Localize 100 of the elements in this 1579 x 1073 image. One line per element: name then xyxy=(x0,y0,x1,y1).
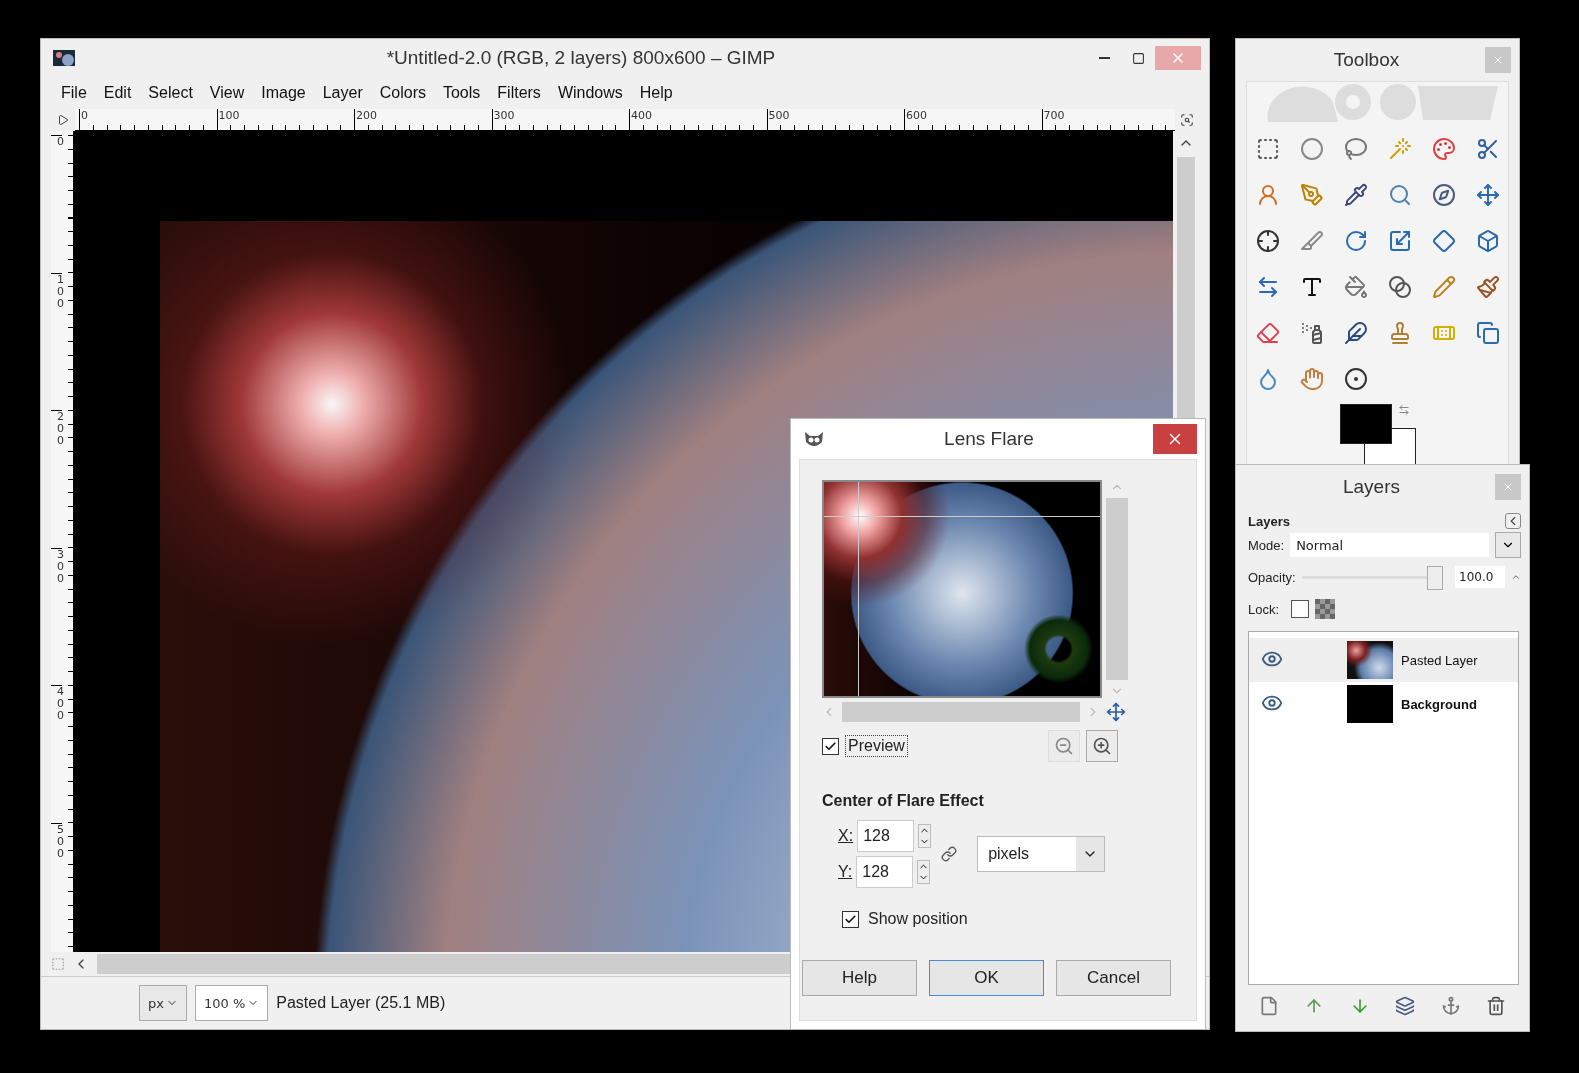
field-label: Opacity: xyxy=(1248,569,1296,585)
blend-icon[interactable] xyxy=(1387,275,1412,299)
layer-thumbnail xyxy=(1347,685,1393,723)
close-icon xyxy=(1502,481,1514,493)
slider-thumb[interactable] xyxy=(1427,565,1443,590)
menu-item[interactable]: View xyxy=(209,84,245,102)
scissors-icon[interactable] xyxy=(1475,137,1500,161)
spray-can-icon[interactable] xyxy=(1299,321,1324,345)
close-button[interactable] xyxy=(1153,424,1197,454)
feather-icon[interactable] xyxy=(1343,321,1368,345)
layer-name: Pasted Layer xyxy=(1401,652,1478,668)
maximize-icon xyxy=(1131,51,1145,65)
checker-icon[interactable] xyxy=(1315,599,1336,619)
dialog-button[interactable]: Cancel xyxy=(1056,960,1171,996)
check-icon xyxy=(844,912,857,926)
layer-name: Background xyxy=(1401,696,1477,712)
window-title: *Untitled-2.0 (RGB, 2 layers) 800x600 – GIMP xyxy=(385,47,777,69)
paintbrush-icon[interactable] xyxy=(1475,275,1500,299)
ruler-label: 400 xyxy=(629,109,767,130)
checkbox-label[interactable]: Preview xyxy=(845,735,908,757)
window-title: Layers xyxy=(1342,476,1401,498)
check-icon xyxy=(824,739,837,753)
menu-item[interactable]: Tools xyxy=(442,84,481,102)
zoom-out-icon xyxy=(1054,736,1074,756)
ruler-label: 500 xyxy=(766,109,904,130)
collapse-icon[interactable] xyxy=(1505,513,1521,529)
ruler-label: 0 xyxy=(51,135,62,273)
ruler-label: 300 xyxy=(51,547,62,685)
dialog-button[interactable]: Help xyxy=(802,960,917,996)
scrollbar-thumb[interactable] xyxy=(842,702,1080,722)
number-field[interactable]: 128 xyxy=(857,820,915,852)
pen-icon[interactable] xyxy=(1299,183,1324,207)
tab-label: Layers xyxy=(1248,513,1290,529)
anchor-icon[interactable] xyxy=(1440,996,1461,1016)
preview-image[interactable] xyxy=(822,480,1102,698)
lasso-icon[interactable] xyxy=(1343,137,1368,161)
eraser-icon[interactable] xyxy=(1255,321,1280,345)
hand-icon[interactable] xyxy=(1299,367,1324,391)
swap-icon[interactable] xyxy=(1397,404,1410,416)
ruler-label: 600 xyxy=(904,109,1042,130)
blade-icon[interactable] xyxy=(1299,229,1324,253)
pipette-icon[interactable] xyxy=(1343,183,1368,207)
lock-checkbox[interactable] xyxy=(1291,600,1310,618)
ruler-label: 100 xyxy=(51,272,62,410)
spin-icon[interactable] xyxy=(1511,572,1521,582)
menu-item[interactable]: Help xyxy=(639,84,673,102)
ruler-label: 400 xyxy=(51,685,62,823)
move-icon[interactable] xyxy=(1106,702,1126,722)
circle-dot-icon[interactable] xyxy=(1343,367,1368,391)
menu-item[interactable]: Colors xyxy=(379,84,426,102)
zoom-in-button[interactable] xyxy=(1086,730,1118,762)
mode-field[interactable]: Normal xyxy=(1290,533,1489,557)
compass-icon[interactable] xyxy=(1431,183,1456,207)
dialog-title: Lens Flare xyxy=(943,428,1035,450)
checkbox[interactable] xyxy=(822,737,839,755)
zoom-out-button[interactable] xyxy=(1048,730,1080,762)
checkbox[interactable] xyxy=(842,910,859,928)
ruler-label: 100 xyxy=(216,109,354,130)
menu-item[interactable]: Edit xyxy=(103,84,132,102)
menu-item[interactable]: Filters xyxy=(497,84,541,102)
checkbox-label[interactable]: Show position xyxy=(865,908,971,930)
crosshair-icon[interactable] xyxy=(1255,229,1280,253)
close-icon xyxy=(1492,54,1504,66)
stack-icon[interactable] xyxy=(1395,996,1416,1016)
paint-bucket-icon[interactable] xyxy=(1343,275,1368,299)
ruler-label: 0 xyxy=(79,109,217,130)
copy-icon[interactable] xyxy=(1475,321,1500,345)
dashed-square-icon[interactable] xyxy=(1255,137,1280,161)
zoom-select[interactable]: 100 % xyxy=(194,985,269,1021)
number-field[interactable]: 128 xyxy=(856,856,914,888)
zoom-icon[interactable] xyxy=(1180,113,1194,127)
foreground-color-swatch[interactable] xyxy=(1339,404,1392,444)
chain-icon[interactable] xyxy=(941,846,958,862)
rotate-icon[interactable] xyxy=(1343,229,1368,253)
scrollbar-thumb[interactable] xyxy=(1106,498,1128,680)
menu-item[interactable]: Windows xyxy=(557,84,623,102)
unit-select[interactable]: px xyxy=(139,985,187,1021)
dialog-button[interactable]: OK xyxy=(929,960,1044,996)
spin-button[interactable] xyxy=(918,824,932,848)
triangle-icon[interactable] xyxy=(57,114,69,126)
circle-icon[interactable] xyxy=(1299,137,1324,161)
cube-icon[interactable] xyxy=(1475,229,1500,253)
ruler-label: 200 xyxy=(354,109,492,130)
unit-select[interactable]: pixels xyxy=(977,836,1106,872)
animal-head-icon xyxy=(803,430,825,448)
menu-item[interactable]: Layer xyxy=(322,84,363,102)
spin-button[interactable] xyxy=(917,860,931,884)
menu-item[interactable]: File xyxy=(61,84,87,102)
move-icon[interactable] xyxy=(1475,183,1500,207)
layer-row[interactable]: Pasted Layer xyxy=(1249,638,1518,682)
pencil-icon[interactable] xyxy=(1431,275,1456,299)
diamond-icon[interactable] xyxy=(1431,229,1456,253)
palette-icon[interactable] xyxy=(1431,137,1456,161)
menu-item[interactable]: Image xyxy=(261,84,306,102)
opacity-field[interactable]: 100.0 xyxy=(1455,566,1505,588)
trash-icon[interactable] xyxy=(1486,996,1507,1016)
scale-icon[interactable] xyxy=(1387,229,1412,253)
menu-item[interactable]: Select xyxy=(148,84,193,102)
search-icon[interactable] xyxy=(1387,183,1412,207)
window-title: Toolbox xyxy=(1332,49,1401,71)
